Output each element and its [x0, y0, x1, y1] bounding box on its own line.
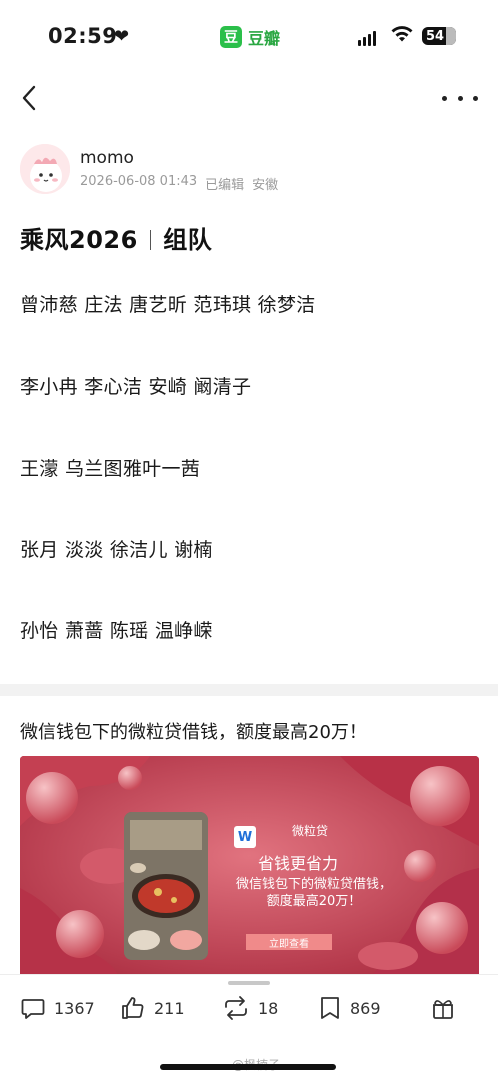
- status-time: 02:59: [48, 24, 118, 48]
- ad-cta-button[interactable]: 立即查看: [246, 934, 332, 950]
- ad-banner[interactable]: W 微粒贷 省钱更省力 微信钱包下的微粒贷借钱，额度最高20万！ 立即查看: [20, 756, 479, 978]
- author-header: momo 2026-06-08 01:43 已编辑 安徽: [20, 142, 480, 198]
- post-title-sub: 组队: [163, 226, 213, 254]
- comment-button[interactable]: 1367: [20, 993, 95, 1023]
- avatar[interactable]: [20, 144, 70, 194]
- ad-brand: 微粒贷: [292, 824, 329, 838]
- team-line: 曾沛慈 庄法 唐艺昕 范玮琪 徐梦洁: [20, 294, 316, 316]
- drag-handle[interactable]: [228, 981, 270, 985]
- more-button[interactable]: [442, 84, 478, 112]
- repost-icon: [225, 996, 247, 1020]
- section-divider: [0, 684, 498, 696]
- back-button[interactable]: [14, 80, 44, 116]
- like-button[interactable]: 211: [120, 993, 185, 1023]
- collect-count: 869: [350, 998, 381, 1018]
- chevron-left-icon: [22, 85, 36, 111]
- gift-icon: [433, 1000, 453, 1019]
- ad-hotpot-image: [124, 812, 208, 960]
- team-line: 王濛 乌兰图雅叶一茜: [20, 458, 201, 480]
- ad-description: 微信钱包下的微粒贷借钱，额度最高20万！: [235, 877, 392, 909]
- like-count: 211: [154, 998, 185, 1018]
- ad-slogan: 省钱更省力: [258, 854, 339, 873]
- post-location: 安徽: [252, 178, 279, 193]
- douban-app-icon: 豆: [220, 26, 242, 48]
- battery-level: 54: [426, 28, 445, 44]
- comment-count: 1367: [54, 998, 95, 1018]
- repost-count: 18: [258, 998, 279, 1018]
- bookmark-icon: [321, 997, 339, 1019]
- wifi-icon: [390, 24, 414, 48]
- status-app-indicator: 豆 豆瓣: [220, 25, 280, 49]
- team-line: 张月 淡淡 徐洁儿 谢楠: [20, 539, 213, 561]
- gift-button[interactable]: [430, 993, 456, 1023]
- edited-label: 已编辑: [205, 178, 245, 193]
- repost-button[interactable]: 18: [222, 993, 278, 1023]
- more-icon: [442, 95, 447, 101]
- battery-icon: 54: [422, 27, 456, 45]
- collect-button[interactable]: 869: [318, 993, 381, 1023]
- thumbs-up-icon: [122, 997, 144, 1019]
- post-title: 乘风2026 组队: [20, 220, 212, 255]
- nav-bar: [0, 76, 498, 120]
- post-meta: 2026-06-08 01:43 已编辑 安徽: [80, 174, 278, 193]
- status-bar: 02:59 ❤ 豆 豆瓣 54: [0, 0, 498, 72]
- weilidai-logo: W: [234, 826, 256, 848]
- home-indicator[interactable]: [160, 1064, 336, 1070]
- comment-icon: [21, 999, 45, 1019]
- author-name[interactable]: momo: [80, 148, 134, 168]
- post-title-main: 乘风2026: [20, 226, 138, 254]
- team-line: 孙怡 萧蔷 陈瑶 温峥嵘: [20, 620, 213, 642]
- status-app-name: 豆瓣: [248, 29, 281, 48]
- signal-icon: [358, 30, 376, 46]
- post-datetime: 2026-06-08 01:43: [80, 174, 198, 189]
- ad-title[interactable]: 微信钱包下的微粒贷借钱，额度最高20万！: [20, 718, 367, 744]
- heart-icon: ❤: [114, 26, 130, 47]
- title-separator: [149, 230, 152, 250]
- team-line: 李小冉 李心洁 安崎 阚清子: [20, 376, 252, 398]
